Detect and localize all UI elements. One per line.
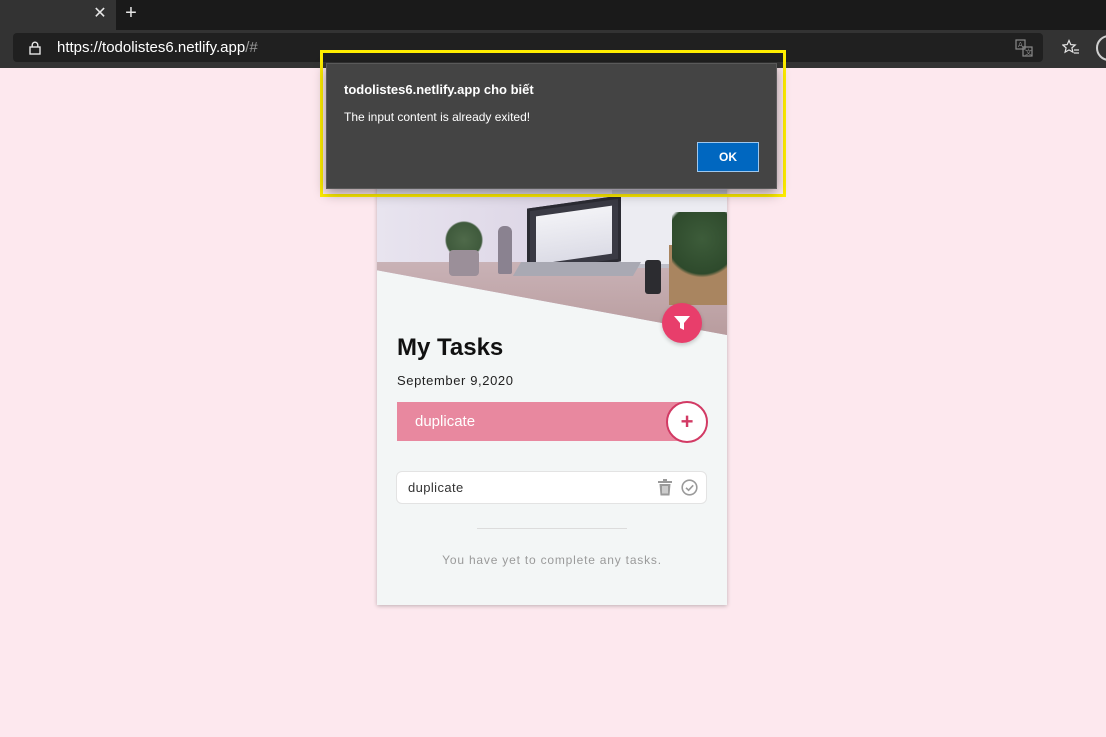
- todo-card: My Tasks September 9,2020 duplicate + du…: [377, 150, 727, 605]
- svg-text:文: 文: [1025, 48, 1032, 57]
- task-text: duplicate: [408, 480, 464, 495]
- url-scheme: https://: [57, 39, 103, 56]
- svg-text:A: A: [1018, 41, 1023, 49]
- url-host: todolistes6.netlify.app: [102, 39, 246, 56]
- url-text[interactable]: https://todolistes6.netlify.app/#: [57, 39, 258, 57]
- lock-icon[interactable]: [28, 41, 42, 55]
- tab-strip: ✕ +: [0, 0, 1106, 30]
- favorites-icon[interactable]: [1062, 39, 1080, 57]
- browser-tab[interactable]: ✕: [0, 0, 116, 30]
- translate-icon[interactable]: A 文: [1015, 39, 1033, 57]
- ok-button[interactable]: OK: [697, 142, 759, 172]
- dialog-title: todolistes6.netlify.app cho biết: [344, 82, 534, 97]
- alert-dialog: todolistes6.netlify.app cho biết The inp…: [326, 63, 777, 189]
- divider: [477, 528, 627, 529]
- add-task-button[interactable]: +: [666, 401, 708, 443]
- check-circle-icon[interactable]: [681, 479, 698, 496]
- date-label: September 9,2020: [397, 373, 514, 388]
- completed-empty-message: You have yet to complete any tasks.: [442, 553, 662, 567]
- task-input-bar[interactable]: duplicate: [397, 402, 687, 441]
- new-tab-button[interactable]: +: [122, 3, 140, 23]
- profile-icon[interactable]: [1096, 35, 1106, 61]
- dialog-message: The input content is already exited!: [344, 110, 531, 124]
- task-input[interactable]: duplicate: [415, 412, 655, 432]
- url-path: /#: [245, 39, 258, 56]
- page-title: My Tasks: [397, 334, 504, 361]
- filter-button[interactable]: [662, 303, 702, 343]
- plus-icon: +: [680, 409, 694, 434]
- task-item[interactable]: duplicate: [396, 471, 707, 504]
- filter-icon: [674, 316, 690, 330]
- close-tab-icon[interactable]: ✕: [92, 5, 108, 23]
- trash-icon[interactable]: [657, 479, 673, 496]
